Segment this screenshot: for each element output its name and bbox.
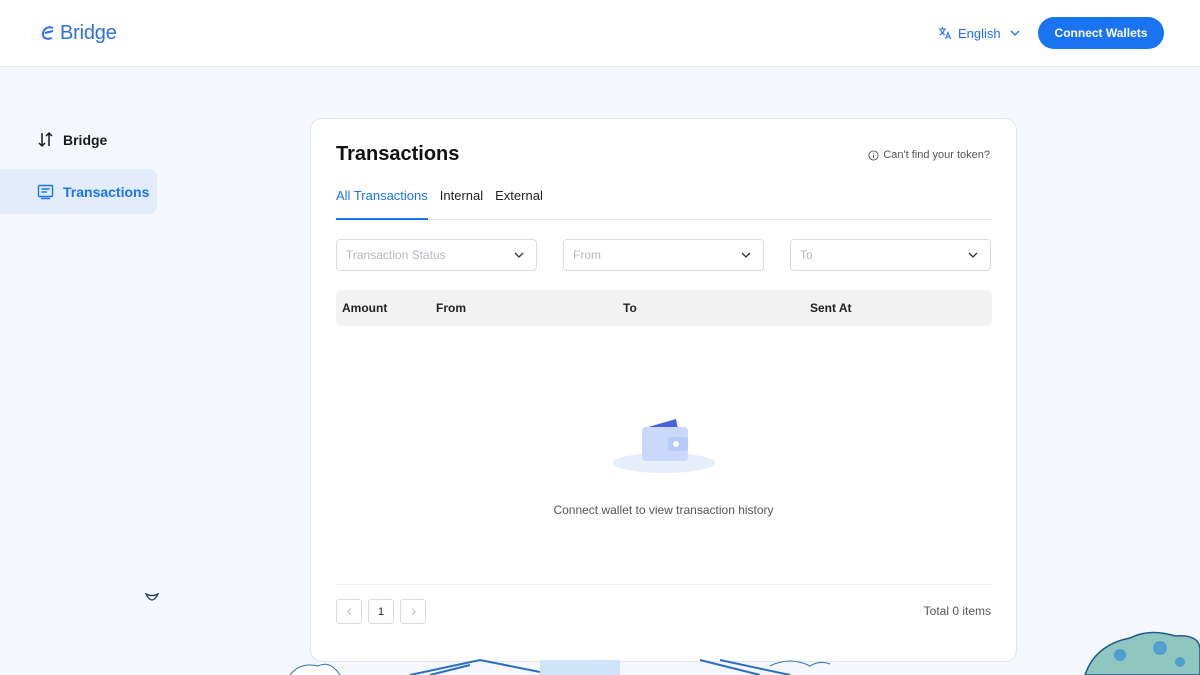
divider	[336, 584, 992, 585]
page-title: Transactions	[336, 143, 460, 165]
column-header-amount[interactable]: Amount	[342, 301, 387, 315]
tab-all-transactions[interactable]: All Transactions	[336, 187, 428, 220]
sidebar-item-label: Bridge	[63, 131, 108, 148]
chevron-right-icon	[411, 607, 416, 616]
page-number-button[interactable]: 1	[368, 599, 394, 624]
transactions-card: Transactions Can't find your token? All …	[310, 118, 1017, 662]
language-selector[interactable]: English	[938, 22, 1021, 44]
bridge-illustration	[289, 631, 1200, 675]
select-placeholder: To	[800, 248, 813, 262]
chevron-down-icon	[741, 252, 751, 258]
bridge-logo-icon	[41, 26, 54, 40]
next-page-button[interactable]	[400, 599, 426, 624]
empty-wallet-icon	[613, 419, 715, 473]
cant-find-token-link[interactable]: Can't find your token?	[868, 149, 990, 161]
swap-vertical-icon	[38, 131, 53, 148]
logo-text: Bridge	[60, 21, 117, 44]
chevron-left-icon	[346, 607, 351, 616]
logo[interactable]: Bridge	[40, 20, 117, 46]
sidebar-item-transactions[interactable]: Transactions	[0, 169, 157, 214]
select-placeholder: Transaction Status	[346, 248, 446, 262]
column-header-to[interactable]: To	[623, 301, 637, 315]
language-label: English	[958, 25, 1001, 41]
transaction-tabs: All Transactions Internal External	[336, 187, 992, 220]
receipt-icon	[37, 184, 54, 200]
to-select[interactable]: To	[790, 239, 991, 271]
prev-page-button[interactable]	[336, 599, 362, 624]
sidebar-item-label: Transactions	[63, 183, 150, 200]
transaction-status-select[interactable]: Transaction Status	[336, 239, 537, 271]
sidebar-item-bridge[interactable]: Bridge	[0, 117, 157, 162]
chevron-down-icon	[1010, 30, 1020, 36]
total-items-text: Total 0 items	[923, 604, 991, 618]
table-header: Amount From To Sent At	[336, 290, 992, 326]
tab-internal[interactable]: Internal	[440, 187, 483, 220]
column-header-sent-at[interactable]: Sent At	[810, 301, 852, 315]
collapse-sidebar-icon[interactable]	[145, 592, 159, 602]
chevron-down-icon	[968, 252, 978, 258]
translate-icon	[939, 27, 952, 40]
select-placeholder: From	[573, 248, 601, 262]
chevron-down-icon	[514, 252, 524, 258]
info-icon	[868, 149, 879, 161]
empty-state-message: Connect wallet to view transaction histo…	[553, 503, 774, 517]
top-header: Bridge English Connect Wallets	[0, 0, 1200, 67]
from-select[interactable]: From	[563, 239, 764, 271]
tab-external[interactable]: External	[495, 187, 543, 220]
connect-wallets-button[interactable]: Connect Wallets	[1038, 17, 1164, 49]
column-header-from[interactable]: From	[436, 301, 466, 315]
help-text: Can't find your token?	[883, 149, 990, 161]
